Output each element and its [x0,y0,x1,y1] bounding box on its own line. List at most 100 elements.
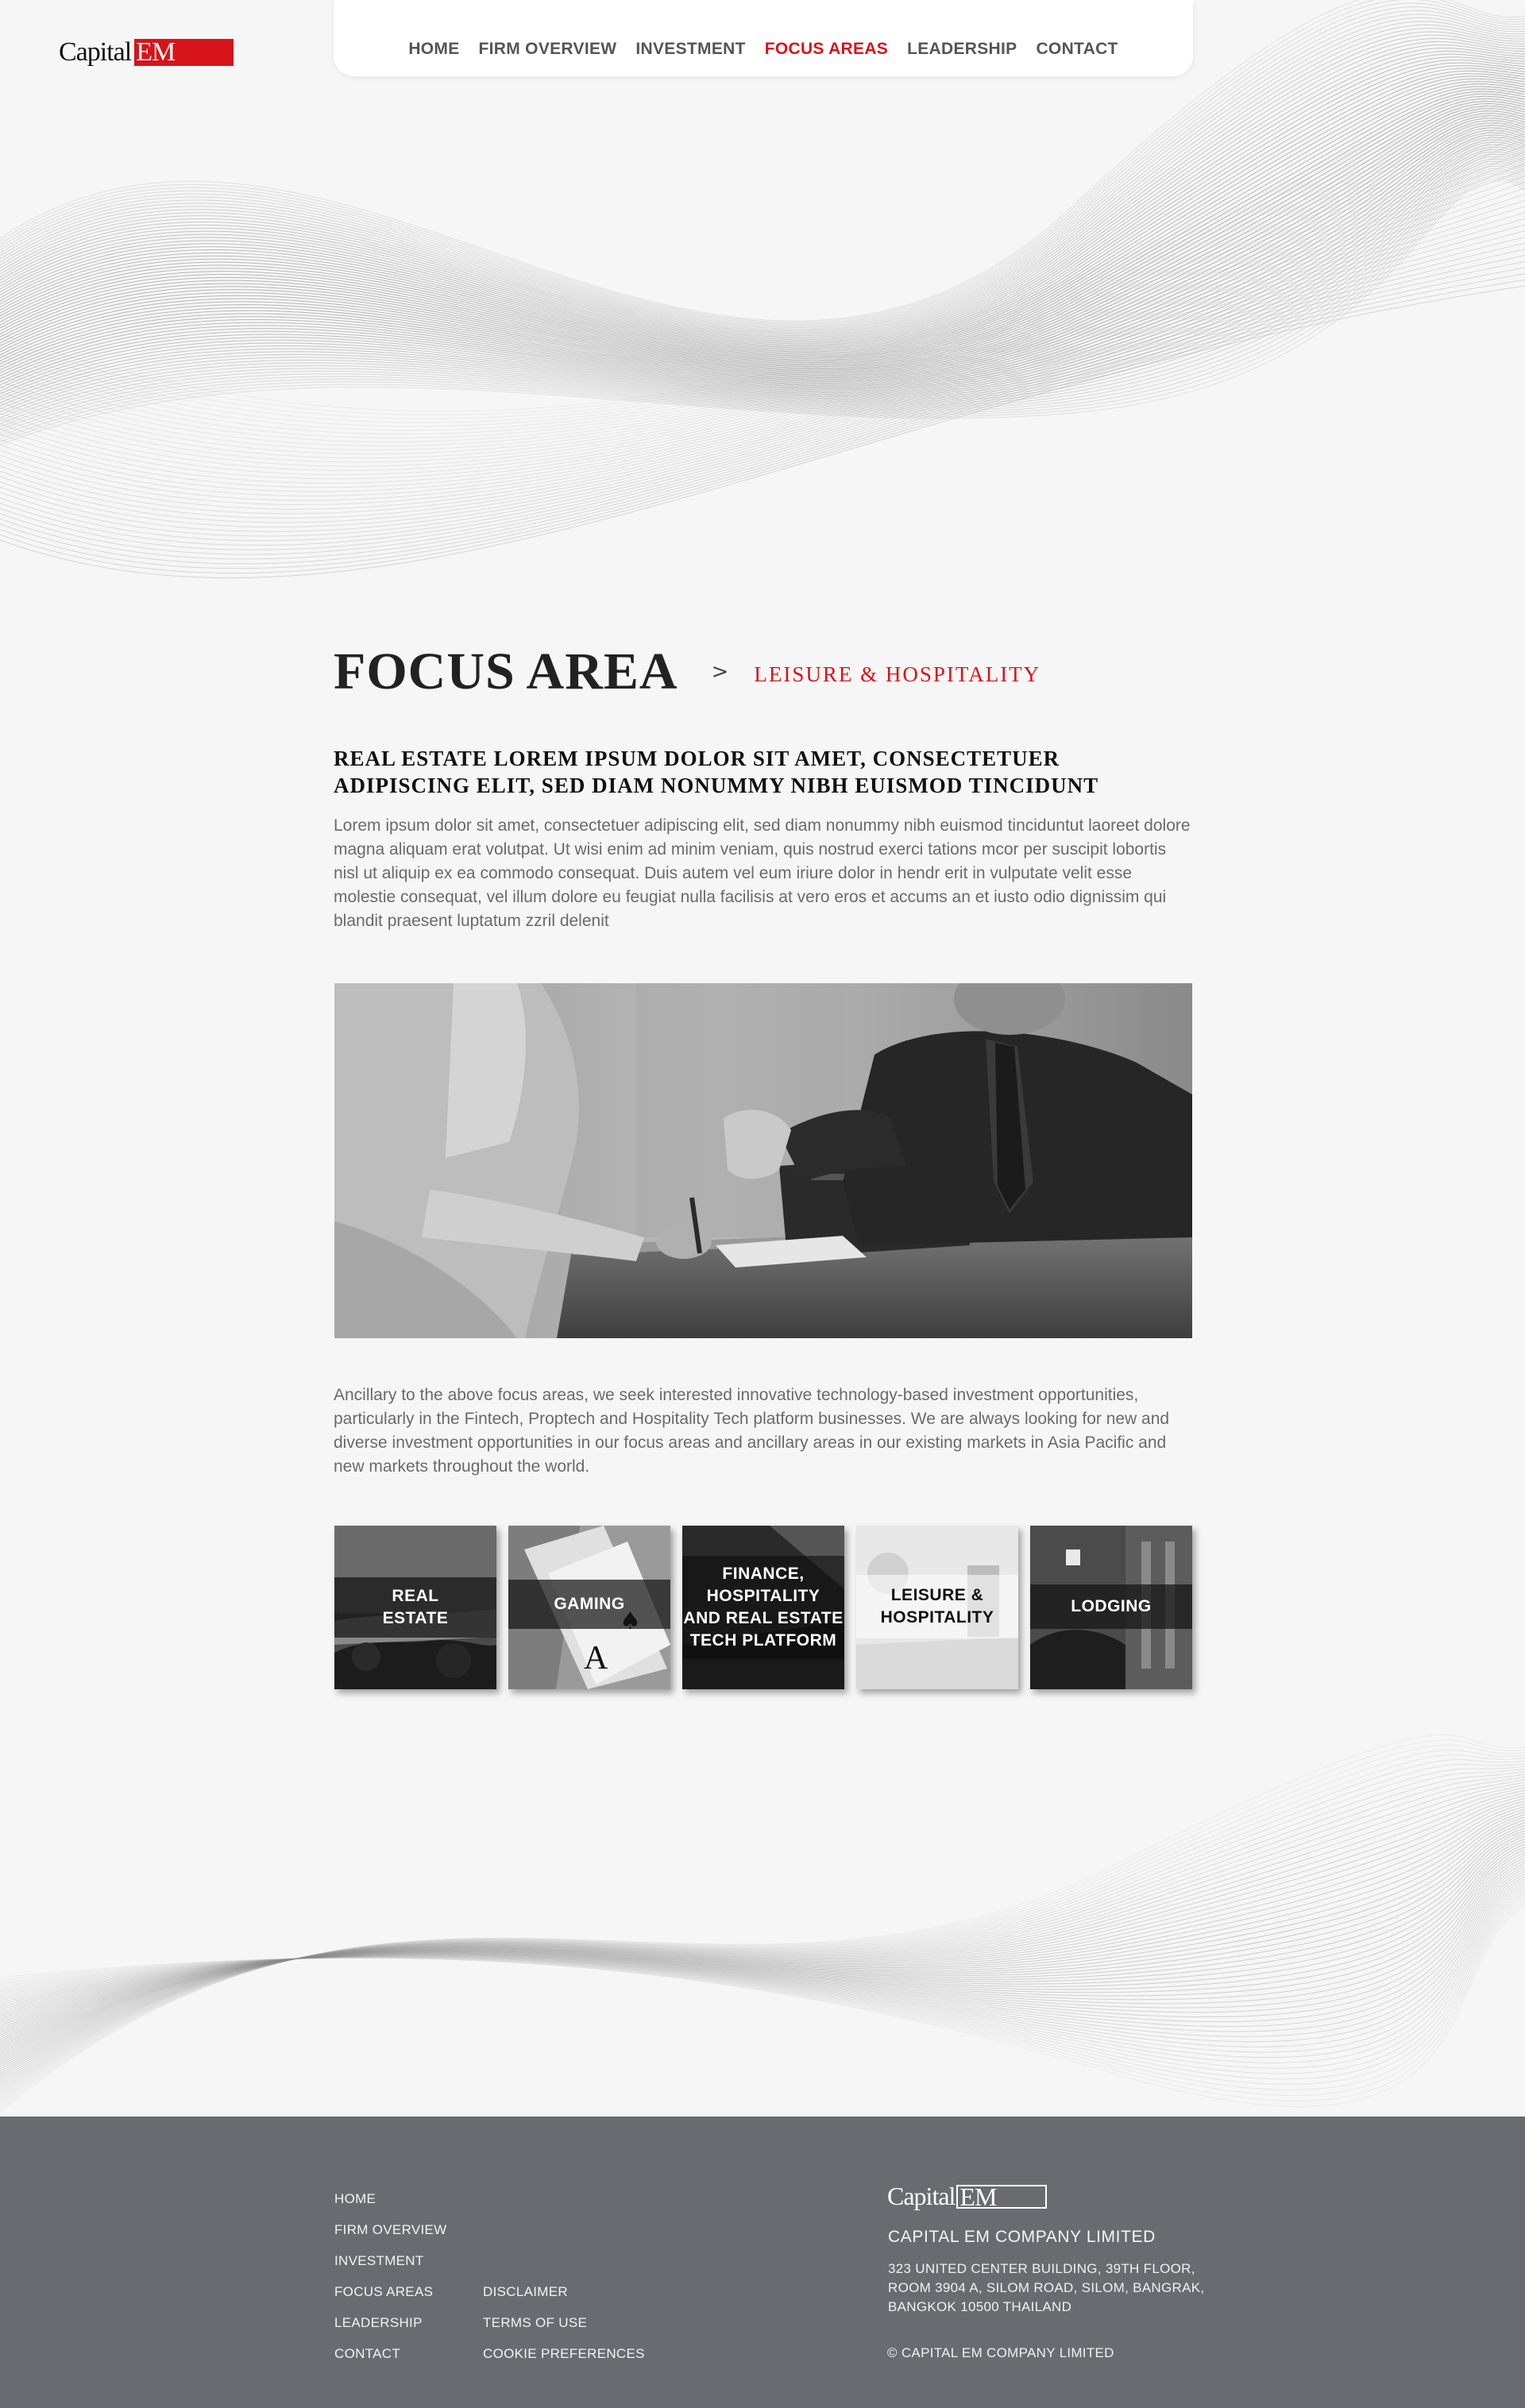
wave-line [0,1800,1525,2067]
wave-line [0,1897,1525,2091]
footer-link-contact[interactable]: CONTACT [334,2346,400,2362]
wave-line [0,206,1525,519]
wave-line [0,260,1525,560]
footer-link-focus-areas[interactable]: FOCUS AREAS [334,2284,433,2300]
wave-line [0,151,1525,480]
wave-line [0,108,1525,374]
wave-line [0,1892,1525,2080]
wave-line [0,1759,1525,2101]
wave-line [0,1773,1525,2090]
wave-line [0,120,1525,459]
tile-gaming[interactable]: A ♠ GAMING [508,1526,670,1689]
footer-logo-em-mark: EM [956,2184,1048,2209]
footer-link-disclaimer[interactable]: DISCLAIMER [483,2284,568,2300]
wave-line [0,1849,1525,2026]
nav-contact[interactable]: CONTACT [1036,40,1118,59]
wave-line [0,145,1525,476]
wave-line [0,1734,1525,2113]
tile-leisure-hospitality[interactable]: LEISURE & HOSPITALITY [856,1526,1018,1689]
wave-line [0,88,1525,364]
wave-line [0,165,1525,427]
tile-lodging-label: LODGING [1071,1597,1152,1615]
wave-line [0,1792,1525,2074]
wave-line [0,133,1525,467]
footer-link-firm-overview[interactable]: FIRM OVERVIEW [334,2222,447,2238]
intro-paragraph: Lorem ipsum dolor sit amet, consectetuer… [334,816,1191,930]
wave-line [0,1768,1525,2095]
wave-line [0,93,1525,366]
wave-line [0,169,1525,492]
wave-line [0,212,1525,523]
wave-line [0,1886,1525,2069]
footer-link-investment[interactable]: INVESTMENT [334,2253,424,2269]
wave-line [0,160,1525,422]
wave-line [0,1816,1525,2054]
svg-text:A: A [584,1640,608,1677]
wave-line [0,1820,1525,2051]
wave-line [0,75,1525,357]
wave-line [0,1787,1525,2079]
footer-link-leadership[interactable]: LEADERSHIP [334,2315,423,2331]
wave-line [0,1865,1525,2028]
nav-focus-areas[interactable]: FOCUS AREAS [765,40,888,59]
wave-line [0,285,1525,578]
nav-firm-overview[interactable]: FIRM OVERVIEW [479,40,617,59]
wave-line [0,1789,1525,2077]
wave-line [0,1797,1525,2070]
wave-line [0,1870,1525,2037]
wave-line [0,1884,1525,2063]
wave-line [0,41,1525,341]
footer-link-cookie-preferences[interactable]: COOKIE PREFERENCES [483,2346,645,2362]
wave-line [0,110,1525,376]
brand-logo[interactable]: Capital EM [59,37,234,68]
wave-line [0,179,1525,446]
wave-line [0,65,1525,423]
wave-line [0,168,1525,430]
page-title-row: FOCUS AREA > LEISURE & HOSPITALITY [334,642,1193,702]
wave-line [0,103,1525,372]
wave-line [0,98,1525,369]
wave-line [0,176,1525,497]
wave-line [0,146,1525,403]
wave-line [0,158,1525,419]
footer-link-home[interactable]: HOME [334,2191,376,2207]
wave-line [0,73,1525,355]
wave-line [0,1833,1525,2040]
wave-line [0,86,1525,362]
tile-real-estate-label: REAL ESTATE [382,1587,449,1627]
ancillary-paragraph: Ancillary to the above focus areas, we s… [334,1386,1170,1476]
wave-line [0,1878,1525,2053]
wave-line [0,273,1525,569]
wave-line [0,1851,1525,2024]
wave-line [0,163,1525,425]
wave-line [0,242,1525,546]
wave-line [0,1830,1525,2043]
wave-line [0,56,1525,347]
wave-line [0,1762,1525,2100]
wave-line [0,1881,1525,2059]
wave-line [0,1846,1525,2028]
wave-line [0,1795,1525,2072]
wave-line [0,1803,1525,2065]
tile-lodging[interactable]: LODGING [1030,1526,1192,1689]
nav-home[interactable]: HOME [408,40,459,59]
footer-address: 323 UNITED CENTER BUILDING, 39TH FLOOR, … [888,2259,1237,2317]
wave-line [0,230,1525,537]
wave-line [0,153,1525,413]
wave-line [0,137,1525,392]
nav-investment[interactable]: INVESTMENT [635,40,745,59]
nav-leadership[interactable]: LEADERSHIP [907,40,1017,59]
wave-line [0,1814,1525,2056]
wave-line [0,83,1525,361]
tile-finance-tech[interactable]: FINANCE, HOSPITALITY AND REAL ESTATE TEC… [682,1526,844,1689]
wave-line [0,249,1525,550]
footer-link-terms[interactable]: TERMS OF USE [483,2315,587,2331]
wave-line [0,255,1525,555]
tile-real-estate[interactable]: REAL ESTATE [334,1526,496,1689]
footer-logo[interactable]: Capital EM [887,2182,1048,2211]
wave-line [0,71,1525,427]
footer-logo-wordmark: Capital [887,2182,956,2210]
wave-line [0,47,1525,412]
wave-line [0,134,1525,390]
wave-line [0,199,1525,515]
